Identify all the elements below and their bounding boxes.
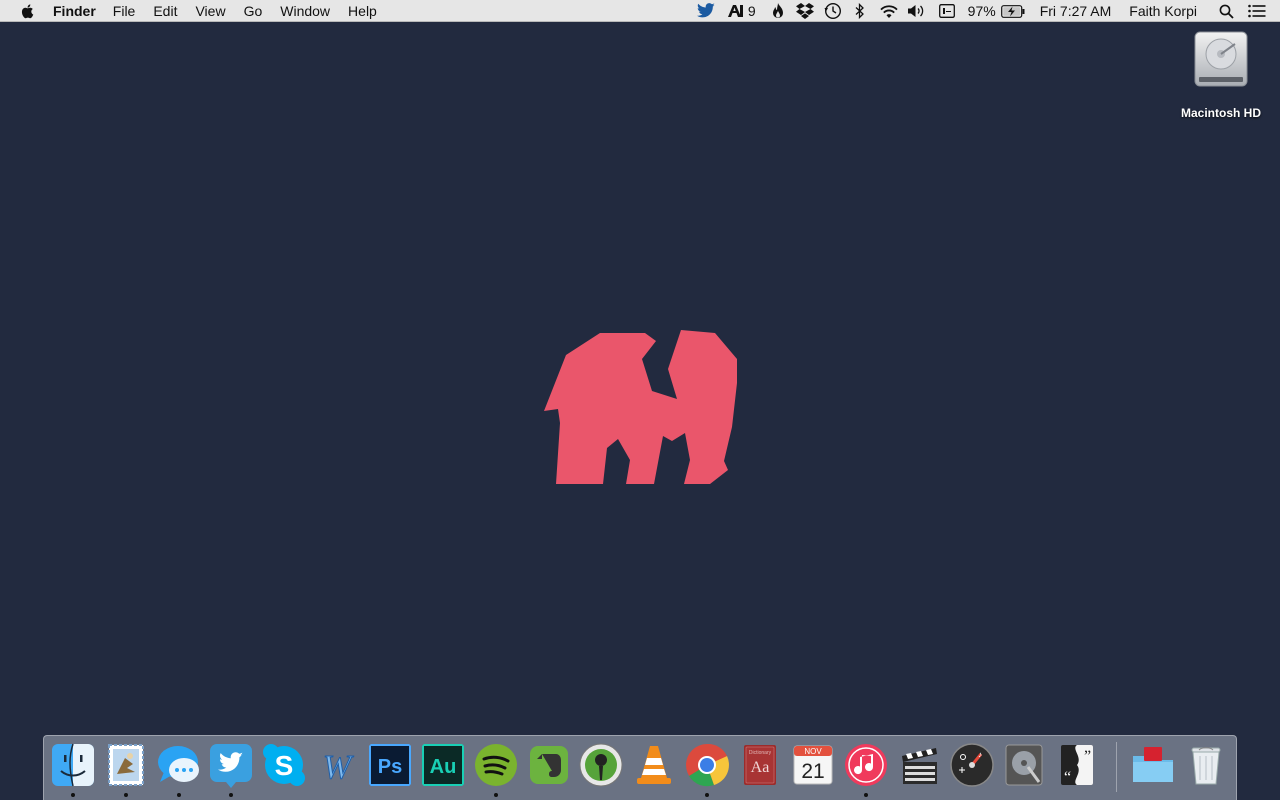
dictionary-icon: Dictionary Aa xyxy=(737,742,783,788)
dictionary-book-text: Aa xyxy=(751,759,770,776)
twitter-icon xyxy=(208,742,254,788)
running-indicator xyxy=(229,793,233,797)
elephant-logo-wallpaper xyxy=(544,330,737,484)
calendar-month-text: NOV xyxy=(804,747,822,756)
svg-text:♪: ♪ xyxy=(978,750,982,759)
menu-go[interactable]: Go xyxy=(244,0,263,22)
audition-text: Au xyxy=(430,756,457,778)
dock-item-vlc[interactable] xyxy=(631,742,677,790)
svg-text:W: W xyxy=(323,749,354,786)
fire-icon[interactable] xyxy=(768,0,788,22)
calendar-day-text: 21 xyxy=(801,760,824,783)
battery-percent: 97% xyxy=(967,3,996,19)
dock-item-trash[interactable] xyxy=(1183,742,1229,790)
dock-item-final-cut-pro[interactable] xyxy=(896,742,942,790)
dock-separator xyxy=(1116,742,1117,792)
final-cut-pro-icon xyxy=(896,742,942,788)
dock-item-spotify[interactable] xyxy=(473,742,519,797)
menu-edit[interactable]: Edit xyxy=(153,0,177,22)
hard-drive-icon xyxy=(1194,31,1248,87)
podcast-icon xyxy=(578,742,624,788)
dock-item-evernote[interactable] xyxy=(526,742,572,790)
dock-item-podcast[interactable] xyxy=(578,742,624,790)
notification-count: 9 xyxy=(747,3,756,19)
spotify-icon xyxy=(473,742,519,788)
audition-icon: Au xyxy=(420,742,466,788)
drive-label: Macintosh HD xyxy=(1180,106,1261,120)
running-indicator xyxy=(494,793,498,797)
bluetooth-icon[interactable] xyxy=(852,0,868,22)
time-machine-icon[interactable] xyxy=(822,0,844,22)
running-indicator xyxy=(177,793,181,797)
menu-clock[interactable]: Fri 7:27 AM xyxy=(1040,0,1112,22)
dock-item-twitter[interactable] xyxy=(208,742,254,797)
menu-help[interactable]: Help xyxy=(348,0,377,22)
svg-text:“: “ xyxy=(1064,769,1071,786)
chrome-icon xyxy=(684,742,730,788)
dock-item-messages[interactable] xyxy=(156,742,202,797)
dock-item-skype[interactable]: S xyxy=(261,742,307,790)
running-indicator xyxy=(705,793,709,797)
macintosh-hd-drive[interactable]: Macintosh HD xyxy=(1176,30,1266,120)
menu-bar: Finder File Edit View Go Window Help 9 9… xyxy=(0,0,1280,22)
dictionary-spine-text: Dictionary xyxy=(749,750,772,756)
twitter-status-icon[interactable] xyxy=(695,0,717,22)
dropbox-icon[interactable] xyxy=(794,0,816,22)
spotlight-search-icon[interactable] xyxy=(1217,0,1235,22)
skype-icon: S xyxy=(261,742,307,788)
status-area: 9 97% Fri 7:27 AM Faith Korpi xyxy=(695,0,1280,22)
dock-item-downloads-folder[interactable] xyxy=(1130,742,1176,790)
dock-item-word[interactable]: W xyxy=(314,742,360,790)
photoshop-text: Ps xyxy=(378,756,402,778)
dock-item-chrome[interactable] xyxy=(684,742,730,797)
dock-item-finder[interactable] xyxy=(50,742,96,797)
wifi-icon[interactable] xyxy=(878,0,900,22)
photoshop-icon: Ps xyxy=(367,742,413,788)
svg-text:”: ” xyxy=(1084,748,1091,765)
svg-text:S: S xyxy=(275,750,294,781)
dock-item-quotes[interactable]: ” “ xyxy=(1054,742,1100,790)
running-indicator xyxy=(864,793,868,797)
disk-utility-icon xyxy=(1001,742,1047,788)
dock-item-photoshop[interactable]: Ps xyxy=(367,742,413,790)
notifications-status-icon[interactable]: 9 xyxy=(727,0,756,22)
volume-icon[interactable] xyxy=(906,0,928,22)
keyboard-shortcut-icon[interactable] xyxy=(938,0,956,22)
dashboard-icon: ♪ xyxy=(949,742,995,788)
battery-charging-icon[interactable] xyxy=(1000,0,1026,22)
dock-item-disk-utility[interactable] xyxy=(1001,742,1047,790)
menu-view[interactable]: View xyxy=(195,0,225,22)
user-account-menu[interactable]: Faith Korpi xyxy=(1129,0,1197,22)
running-indicator xyxy=(71,793,75,797)
vlc-icon xyxy=(631,742,677,788)
running-indicator xyxy=(124,793,128,797)
downloads-folder-icon xyxy=(1130,742,1176,788)
dock-item-mail[interactable] xyxy=(103,742,149,797)
mail-icon xyxy=(103,742,149,788)
menu-file[interactable]: File xyxy=(113,0,136,22)
quotes-icon: ” “ xyxy=(1054,742,1100,788)
finder-icon xyxy=(50,742,96,788)
messages-icon xyxy=(156,742,202,788)
evernote-icon xyxy=(526,742,572,788)
dock-item-dictionary[interactable]: Dictionary Aa xyxy=(737,742,783,790)
apple-menu-icon[interactable] xyxy=(19,2,37,20)
itunes-icon xyxy=(843,742,889,788)
calendar-icon: NOV 21 xyxy=(790,742,836,788)
dock-item-itunes[interactable] xyxy=(843,742,889,797)
menu-app-finder[interactable]: Finder xyxy=(53,0,96,22)
word-icon: W xyxy=(314,742,360,788)
dock-item-dashboard[interactable]: ♪ xyxy=(949,742,995,790)
menu-window[interactable]: Window xyxy=(280,0,330,22)
dock-item-calendar[interactable]: NOV 21 xyxy=(790,742,836,790)
dock-item-audition[interactable]: Au xyxy=(420,742,466,790)
trash-icon xyxy=(1183,742,1229,788)
notification-center-icon[interactable] xyxy=(1247,0,1267,22)
